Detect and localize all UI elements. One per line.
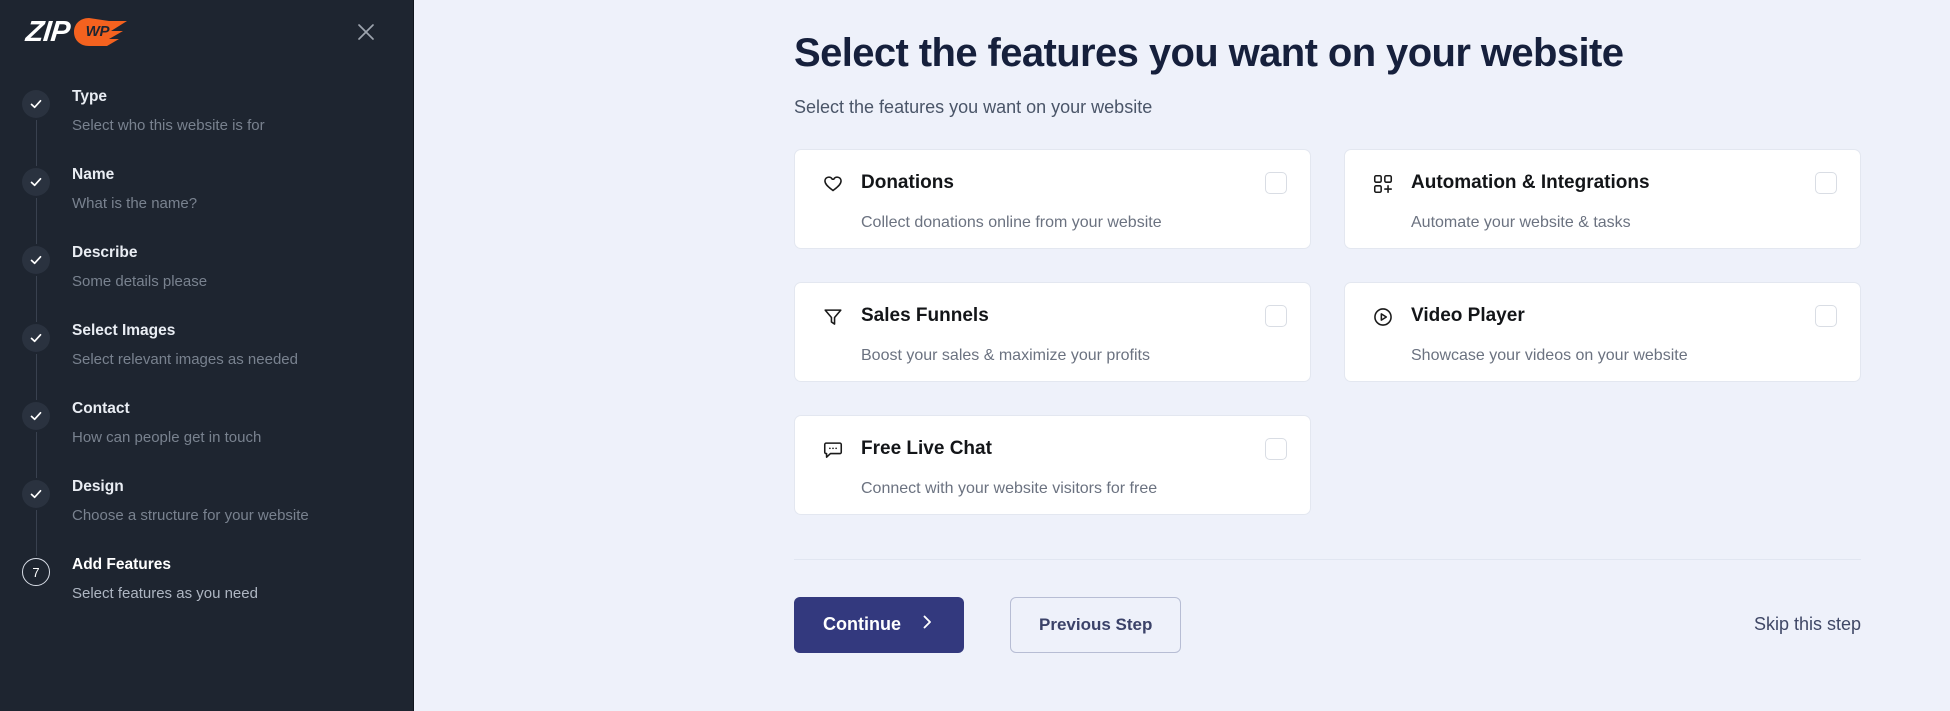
step-check-icon: [22, 402, 50, 430]
feature-description: Boost your sales & maximize your profits: [861, 346, 1150, 364]
previous-step-button[interactable]: Previous Step: [1010, 596, 1182, 653]
step-connector: [35, 510, 37, 556]
step-title: Select Images: [72, 322, 176, 339]
sidebar-step-select-images[interactable]: Select Images Select relevant images as …: [22, 322, 413, 400]
step-check-icon: [22, 90, 50, 118]
feature-title: Free Live Chat: [861, 438, 992, 460]
logo-wp-text: WP: [85, 23, 110, 40]
step-subtitle: How can people get in touch: [72, 428, 262, 446]
step-title: Type: [72, 88, 108, 105]
sidebar-header: ZIP WP: [0, 6, 413, 58]
skip-this-step-link[interactable]: Skip this step: [1754, 614, 1861, 635]
step-subtitle: Some details please: [72, 272, 208, 290]
sidebar: ZIP WP Type Select who this website is f…: [0, 0, 414, 711]
sidebar-step-name[interactable]: Name What is the name?: [22, 166, 413, 244]
feature-description: Collect donations online from your websi…: [861, 213, 1162, 231]
main-content: Select the features you want on your web…: [414, 0, 1950, 711]
continue-button[interactable]: Continue: [794, 596, 964, 653]
feature-card-video-player[interactable]: Video Player Showcase your videos on you…: [1344, 281, 1861, 382]
feature-checkbox[interactable]: [1265, 304, 1287, 327]
step-check-icon: [22, 480, 50, 508]
step-subtitle: Choose a structure for your website: [72, 506, 309, 524]
feature-card-automation-integrations[interactable]: Automation & Integrations Automate your …: [1344, 148, 1861, 249]
zipwp-logo: ZIP WP: [24, 15, 135, 48]
page-subtitle: Select the features you want on your web…: [794, 97, 1153, 117]
grid-plus-icon: [1371, 172, 1395, 196]
action-bar: Continue Previous Step Skip this step: [794, 596, 1861, 653]
heart-icon: [821, 172, 845, 196]
step-title: Add Features: [72, 556, 172, 573]
step-subtitle: Select features as you need: [72, 584, 258, 602]
section-divider: [794, 558, 1861, 560]
feature-card-grid: Donations Collect donations online from …: [794, 148, 1861, 515]
feature-checkbox[interactable]: [1265, 171, 1287, 194]
step-check-icon: [22, 324, 50, 352]
sidebar-step-type[interactable]: Type Select who this website is for: [22, 88, 413, 166]
step-connector: [35, 432, 37, 478]
feature-checkbox[interactable]: [1265, 437, 1287, 460]
step-check-icon: [22, 168, 50, 196]
feature-checkbox[interactable]: [1815, 171, 1837, 194]
feature-title: Automation & Integrations: [1411, 172, 1650, 194]
feature-description: Showcase your videos on your website: [1411, 346, 1688, 364]
step-number-badge: 7: [22, 558, 50, 586]
feature-card-sales-funnels[interactable]: Sales Funnels Boost your sales & maximiz…: [794, 281, 1311, 382]
chevron-right-icon: [919, 614, 935, 635]
close-icon[interactable]: [351, 17, 381, 47]
page-title: Select the features you want on your web…: [794, 31, 1624, 75]
logo-zip-text: ZIP: [24, 15, 72, 48]
step-title: Name: [72, 166, 115, 183]
feature-description: Automate your website & tasks: [1411, 213, 1631, 231]
logo-wp-badge: WP: [73, 17, 135, 47]
step-title: Describe: [72, 244, 138, 261]
sidebar-step-add-features[interactable]: 7 Add Features Select features as you ne…: [22, 556, 413, 616]
continue-button-label: Continue: [823, 614, 901, 635]
step-subtitle: What is the name?: [72, 194, 198, 212]
feature-title: Donations: [861, 172, 954, 194]
funnel-icon: [821, 305, 845, 329]
chat-bubble-icon: [821, 438, 845, 462]
step-subtitle: Select relevant images as needed: [72, 350, 298, 368]
step-connector: [35, 120, 37, 166]
play-circle-icon: [1371, 305, 1395, 329]
feature-card-donations[interactable]: Donations Collect donations online from …: [794, 148, 1311, 249]
feature-title: Video Player: [1411, 305, 1525, 327]
sidebar-step-contact[interactable]: Contact How can people get in touch: [22, 400, 413, 478]
sidebar-step-describe[interactable]: Describe Some details please: [22, 244, 413, 322]
sidebar-step-design[interactable]: Design Choose a structure for your websi…: [22, 478, 413, 556]
step-subtitle: Select who this website is for: [72, 116, 265, 134]
step-title: Contact: [72, 400, 130, 417]
step-list: Type Select who this website is for Name…: [0, 88, 413, 616]
step-connector: [35, 354, 37, 400]
step-connector: [35, 276, 37, 322]
feature-card-free-live-chat[interactable]: Free Live Chat Connect with your website…: [794, 414, 1311, 515]
step-check-icon: [22, 246, 50, 274]
feature-description: Connect with your website visitors for f…: [861, 479, 1158, 497]
feature-title: Sales Funnels: [861, 305, 989, 327]
feature-checkbox[interactable]: [1815, 304, 1837, 327]
step-connector: [35, 198, 37, 244]
step-title: Design: [72, 478, 124, 495]
